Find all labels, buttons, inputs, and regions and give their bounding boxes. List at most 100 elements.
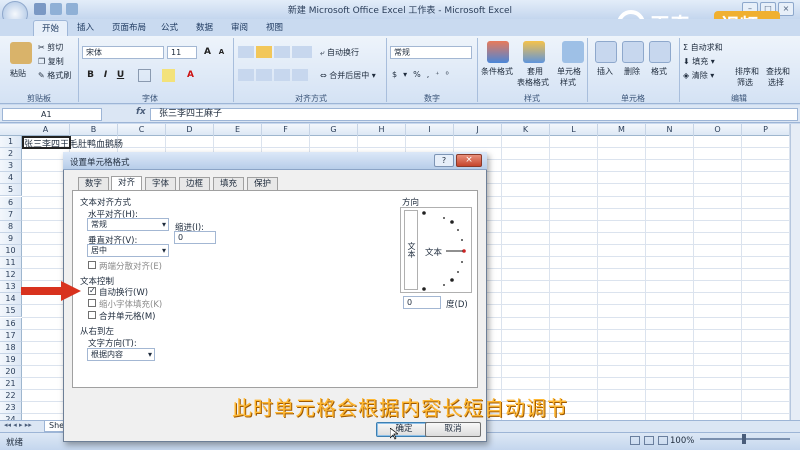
insert-cells-button[interactable]: 插入 [597, 66, 613, 77]
dialog-tab-alignment[interactable]: 对齐 [111, 176, 143, 191]
align-top-icon[interactable] [238, 46, 254, 58]
italic-button[interactable]: I [99, 69, 112, 82]
column-header-l[interactable]: L [550, 124, 598, 136]
tab-page-layout[interactable]: 页面布局 [104, 20, 154, 37]
redo-icon[interactable] [66, 3, 78, 15]
align-center-icon[interactable] [256, 69, 272, 81]
number-format-buttons[interactable]: $▾%,⁺⁰ [392, 70, 455, 79]
column-header-e[interactable]: E [214, 124, 262, 136]
vertical-text-button[interactable]: 文本 [404, 210, 418, 290]
fill-button[interactable]: ⬇ 填充 ▾ [683, 56, 715, 67]
tab-data[interactable]: 数据 [188, 20, 221, 37]
wrap-text-checkbox[interactable]: ✓ [88, 287, 96, 295]
shrink-font-button[interactable]: A [215, 46, 228, 59]
shrink-to-fit-checkbox[interactable] [88, 299, 96, 307]
conditional-format-icon[interactable] [487, 41, 509, 63]
align-middle-icon[interactable] [256, 46, 272, 58]
delete-cells-button[interactable]: 删除 [624, 66, 640, 77]
column-header-o[interactable]: O [694, 124, 742, 136]
conditional-format-button[interactable]: 条件格式 [481, 66, 513, 77]
degrees-spinner[interactable]: 0 [403, 296, 441, 309]
cell-styles-icon[interactable] [562, 41, 584, 63]
formula-input[interactable]: 张三李四王麻子 [150, 108, 798, 121]
orientation-icon[interactable] [292, 46, 312, 58]
horizontal-align-select[interactable]: 常规 ▾ [87, 218, 169, 231]
help-button[interactable]: ? [434, 154, 454, 167]
wrap-text-button[interactable]: ⤶ 自动换行 [320, 47, 359, 58]
row-header-12[interactable]: 12 [0, 269, 22, 282]
cancel-button[interactable]: 取消 [425, 422, 481, 437]
row-header-19[interactable]: 19 [0, 353, 22, 366]
column-header-n[interactable]: N [646, 124, 694, 136]
column-header-b[interactable]: B [70, 124, 118, 136]
text-direction-select[interactable]: 根据内容 ▾ [87, 348, 155, 361]
grow-font-button[interactable]: A [201, 46, 214, 59]
align-left-icon[interactable] [238, 69, 254, 81]
page-layout-view-icon[interactable] [644, 436, 654, 445]
zoom-slider-thumb[interactable] [742, 434, 746, 444]
dialog-tab-number[interactable]: 数字 [78, 177, 110, 191]
justify-distributed-checkbox[interactable] [88, 261, 96, 269]
column-header-k[interactable]: K [502, 124, 550, 136]
number-format-combo[interactable]: 常规 [390, 46, 472, 59]
row-header-8[interactable]: 8 [0, 220, 22, 233]
column-header-p[interactable]: P [742, 124, 790, 136]
column-header-m[interactable]: M [598, 124, 646, 136]
row-header-21[interactable]: 21 [0, 378, 22, 390]
row-header-4[interactable]: 4 [0, 172, 22, 185]
indent-spinner[interactable]: 0 [174, 231, 216, 244]
undo-icon[interactable] [50, 3, 62, 15]
vertical-align-select[interactable]: 居中 ▾ [87, 244, 169, 257]
dialog-tab-fill[interactable]: 填充 [213, 177, 245, 191]
row-header-9[interactable]: 9 [0, 232, 22, 245]
zoom-level[interactable]: 100% [670, 436, 694, 446]
find-select-button[interactable]: 查找和 [766, 66, 790, 77]
indent-icon[interactable] [292, 69, 308, 81]
row-header-1[interactable]: 1 [0, 136, 22, 148]
autosum-button[interactable]: Σ 自动求和 [683, 42, 723, 53]
merge-center-button[interactable]: ⇔ 合并后居中 ▾ [320, 70, 376, 81]
vertical-scrollbar[interactable] [790, 124, 800, 420]
name-box[interactable]: A1 [2, 108, 102, 121]
row-header-5[interactable]: 5 [0, 184, 22, 197]
font-size-combo[interactable]: 11 [167, 46, 197, 59]
save-icon[interactable] [34, 3, 46, 15]
dialog-close-button[interactable]: × [456, 154, 482, 167]
column-header-g[interactable]: G [310, 124, 358, 136]
active-cell-outline[interactable] [22, 136, 71, 149]
sort-filter-button[interactable]: 排序和 [735, 66, 759, 77]
column-header-j[interactable]: J [454, 124, 502, 136]
format-table-button-line2[interactable]: 表格格式 [517, 77, 549, 88]
font-color-button[interactable]: A [184, 69, 197, 82]
column-header-i[interactable]: I [406, 124, 454, 136]
format-cells-button[interactable]: 格式 [651, 66, 667, 77]
merge-cells-checkbox[interactable] [88, 311, 96, 319]
clear-button[interactable]: ◈ 清除 ▾ [683, 70, 714, 81]
fill-color-icon[interactable] [162, 69, 175, 82]
paste-icon[interactable] [10, 42, 32, 64]
row-header-20[interactable]: 20 [0, 365, 22, 378]
insert-cells-icon[interactable] [595, 41, 617, 63]
format-painter-button[interactable]: ✎ 格式刷 [38, 70, 71, 81]
format-table-button[interactable]: 套用 [527, 66, 543, 77]
tab-view[interactable]: 视图 [258, 20, 291, 37]
column-header-d[interactable]: D [166, 124, 214, 136]
cell-styles-button-line2[interactable]: 样式 [560, 77, 576, 88]
find-select-button-line2[interactable]: 选择 [768, 77, 784, 88]
row-header-15[interactable]: 15 [0, 305, 22, 318]
row-header-2[interactable]: 2 [0, 148, 22, 161]
align-bottom-icon[interactable] [274, 46, 290, 58]
font-name-combo[interactable]: 宋体 [82, 46, 164, 59]
tab-review[interactable]: 审阅 [223, 20, 256, 37]
sheet-nav-arrows[interactable]: ◂◂ ◂ ▸ ▸▸ [4, 421, 32, 429]
copy-button[interactable]: ❐ 复制 [38, 56, 64, 67]
tab-home[interactable]: 开始 [33, 20, 69, 37]
underline-button[interactable]: U [114, 69, 127, 82]
ok-button[interactable]: 确定 [376, 422, 432, 437]
insert-function-icon[interactable]: fx [136, 107, 146, 117]
column-header-h[interactable]: H [358, 124, 406, 136]
page-break-view-icon[interactable] [658, 436, 668, 445]
row-header-17[interactable]: 17 [0, 329, 22, 342]
paste-button[interactable]: 粘贴 [10, 68, 26, 79]
delete-cells-icon[interactable] [622, 41, 644, 63]
